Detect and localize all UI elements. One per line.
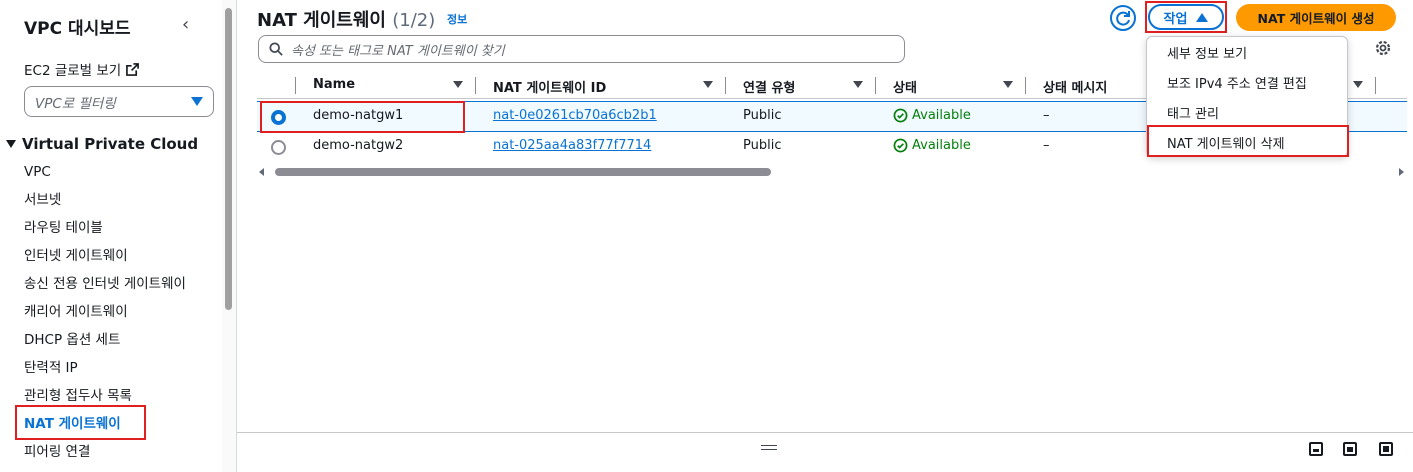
search-icon <box>269 42 283 56</box>
selection-count: (1/2) <box>392 10 436 31</box>
row-state: Available <box>893 138 971 153</box>
sidebar-item-vpc[interactable]: VPC <box>24 158 186 186</box>
ec2-global-view-link[interactable]: EC2 글로벌 보기 <box>24 59 140 79</box>
column-header-state[interactable]: 상태 <box>893 77 917 96</box>
sidebar-item-subnets[interactable]: 서브넷 <box>24 186 186 214</box>
column-separator <box>1025 77 1026 94</box>
sort-icon[interactable] <box>453 81 463 88</box>
sidebar-item-internet-gateways[interactable]: 인터넷 게이트웨이 <box>24 242 186 270</box>
panel-bottom-icon[interactable] <box>1309 442 1323 456</box>
panel-full-icon[interactable] <box>1379 442 1393 456</box>
scrollbar-thumb[interactable] <box>275 168 771 176</box>
info-link[interactable]: 정보 <box>447 11 467 27</box>
split-panel-header <box>237 432 1413 472</box>
page-title: NAT 게이트웨이 (1/2) <box>257 6 435 32</box>
column-header-name[interactable]: Name <box>313 77 355 92</box>
vpc-filter-select[interactable]: VPC로 필터링 <box>24 86 214 117</box>
refresh-icon[interactable] <box>1109 4 1137 32</box>
sort-icon[interactable] <box>703 81 713 88</box>
column-separator <box>725 77 726 94</box>
search-input[interactable]: 속성 또는 태그로 NAT 게이트웨이 찾기 <box>258 35 905 63</box>
row-connectivity: Public <box>743 108 782 123</box>
caret-down-icon <box>191 97 203 106</box>
row-state: Available <box>893 108 971 123</box>
section-label: Virtual Private Cloud <box>22 135 199 153</box>
menu-item-edit-secondary-ipv4[interactable]: 보조 IPv4 주소 연결 편집 <box>1167 73 1307 92</box>
row-connectivity: Public <box>743 138 782 153</box>
ec2-global-view-label: EC2 글로벌 보기 <box>24 63 122 79</box>
column-header-state-message[interactable]: 상태 메시지 <box>1043 77 1107 96</box>
main-content: NAT 게이트웨이 (1/2) 정보 작업 NAT 게이트웨이 생성 속성 또는… <box>237 0 1413 472</box>
section-virtual-private-cloud[interactable]: Virtual Private Cloud <box>6 135 198 153</box>
sort-icon[interactable] <box>1003 81 1013 88</box>
external-link-icon <box>126 62 140 76</box>
search-placeholder: 속성 또는 태그로 NAT 게이트웨이 찾기 <box>291 43 505 59</box>
sidebar-scrollbar-thumb[interactable] <box>225 8 232 310</box>
row-highlight <box>260 101 465 133</box>
column-separator <box>1375 77 1376 94</box>
sidebar-item-route-tables[interactable]: 라우팅 테이블 <box>24 214 186 242</box>
page-title-text: NAT 게이트웨이 <box>257 10 386 31</box>
check-circle-icon <box>893 138 908 153</box>
column-separator <box>875 77 876 94</box>
sidebar-item-egress-only-igw[interactable]: 송신 전용 인터넷 게이트웨이 <box>24 270 186 298</box>
actions-highlight <box>1145 1 1227 33</box>
resize-handle-icon[interactable] <box>761 445 777 450</box>
scroll-left-arrow-icon[interactable] <box>259 168 264 176</box>
row-nat-id-link[interactable]: nat-0e0261cb70a6cb2b1 <box>493 108 657 123</box>
row-state-label: Available <box>912 108 971 123</box>
gear-icon[interactable] <box>1373 38 1393 58</box>
column-header-id[interactable]: NAT 게이트웨이 ID <box>493 77 606 96</box>
column-separator <box>475 77 476 94</box>
check-circle-icon <box>893 108 908 123</box>
sidebar-item-peering[interactable]: 피어링 연결 <box>24 438 186 466</box>
delete-highlight <box>1147 125 1349 157</box>
row-nat-id-link[interactable]: nat-025aa4a83f77f7714 <box>493 138 651 153</box>
menu-item-manage-tags[interactable]: 태그 관리 <box>1167 103 1219 122</box>
sidebar-item-elastic-ip[interactable]: 탄력적 IP <box>24 354 186 382</box>
sidebar: VPC 대시보드 ‹ EC2 글로벌 보기 VPC로 필터링 Virtual P… <box>0 0 222 472</box>
sidebar-item-carrier-gateways[interactable]: 캐리어 게이트웨이 <box>24 298 186 326</box>
row-state-label: Available <box>912 138 971 153</box>
sidebar-title: VPC 대시보드 <box>24 19 131 39</box>
column-separator <box>295 77 296 94</box>
vpc-filter-placeholder: VPC로 필터링 <box>35 95 116 112</box>
sidebar-item-dhcp-options[interactable]: DHCP 옵션 세트 <box>24 326 186 354</box>
row-name: demo-natgw2 <box>313 138 404 153</box>
row-select-radio[interactable] <box>271 140 286 155</box>
row-state-message: – <box>1043 108 1050 123</box>
scroll-right-arrow-icon[interactable] <box>1399 168 1404 176</box>
menu-item-view-details[interactable]: 세부 정보 보기 <box>1167 43 1247 62</box>
nat-nav-highlight <box>15 405 146 440</box>
row-state-message: – <box>1043 138 1050 153</box>
sort-icon[interactable] <box>853 81 863 88</box>
collapse-sidebar-icon[interactable]: ‹ <box>182 14 189 35</box>
column-header-connectivity[interactable]: 연결 유형 <box>743 77 795 96</box>
table-horizontal-scrollbar[interactable] <box>257 166 1407 178</box>
sort-icon[interactable] <box>1353 81 1363 88</box>
panel-side-icon[interactable] <box>1343 442 1357 456</box>
create-nat-gateway-button[interactable]: NAT 게이트웨이 생성 <box>1236 4 1396 31</box>
section-expand-icon <box>6 140 16 148</box>
